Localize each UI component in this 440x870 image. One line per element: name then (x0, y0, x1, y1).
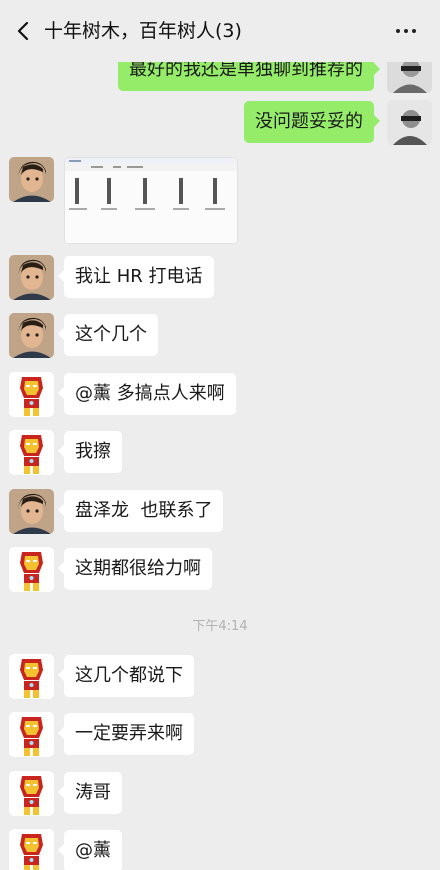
message-row: @薰 多搞点人来啊 (0, 372, 440, 418)
more-button[interactable] (392, 17, 420, 45)
chat-title: 十年树木，百年树人(3) (44, 20, 242, 42)
sender-avatar-boy[interactable] (9, 313, 54, 358)
message-row (0, 157, 440, 244)
image-message[interactable] (64, 157, 238, 244)
sender-avatar-ironman[interactable] (9, 547, 54, 592)
message-row: @薰 (0, 829, 440, 870)
message-bubble[interactable]: @薰 多搞点人来啊 (58, 373, 236, 415)
message-row: 没问题妥妥的 (0, 100, 440, 146)
message-row: 我擦 (0, 430, 440, 476)
message-bubble[interactable]: 我擦 (58, 431, 122, 473)
message-row: 盘泽龙 也联系了 (0, 489, 440, 535)
sender-avatar-boy[interactable] (9, 255, 54, 300)
message-bubble[interactable]: 涛哥 (58, 772, 122, 814)
message-bubble[interactable]: 这几个都说下 (58, 655, 194, 697)
chat-header: 十年树木，百年树人(3) (0, 0, 440, 62)
file-folder-screenshot (65, 158, 237, 243)
message-bubble[interactable]: 这个几个 (58, 314, 158, 356)
back-button[interactable] (10, 17, 38, 45)
more-dots-icon (396, 29, 400, 33)
sender-avatar-ironman[interactable] (9, 372, 54, 417)
chevron-left-icon (17, 21, 29, 41)
sender-avatar-ironman[interactable] (9, 654, 54, 699)
message-bubble[interactable]: 盘泽龙 也联系了 (57, 490, 224, 532)
sender-avatar-boy[interactable] (9, 157, 54, 202)
sender-avatar-ironman[interactable] (9, 771, 54, 816)
message-row: 涛哥 (0, 771, 440, 817)
message-bubble[interactable]: @薰 (58, 830, 122, 870)
message-row: 这期都很给力啊 (0, 547, 440, 593)
message-bubble[interactable]: 没问题妥妥的 (244, 101, 380, 143)
timestamp: 下午4:14 (192, 619, 248, 634)
message-row: 一定要弄来啊 (0, 712, 440, 758)
message-bubble[interactable]: 我让 HR 打电话 (58, 256, 214, 298)
message-row: 这个几个 (0, 313, 440, 359)
sender-avatar-ironman[interactable] (9, 829, 54, 870)
message-bubble[interactable]: 这期都很给力啊 (58, 548, 212, 590)
message-row: 我让 HR 打电话 (0, 255, 440, 301)
sender-avatar-ironman[interactable] (9, 712, 54, 757)
sender-avatar-ironman[interactable] (9, 430, 54, 475)
sender-avatar-boy[interactable] (9, 489, 54, 534)
message-row: 这几个都说下 (0, 654, 440, 700)
self-avatar[interactable] (387, 100, 432, 145)
message-bubble[interactable]: 一定要弄来啊 (58, 713, 194, 755)
